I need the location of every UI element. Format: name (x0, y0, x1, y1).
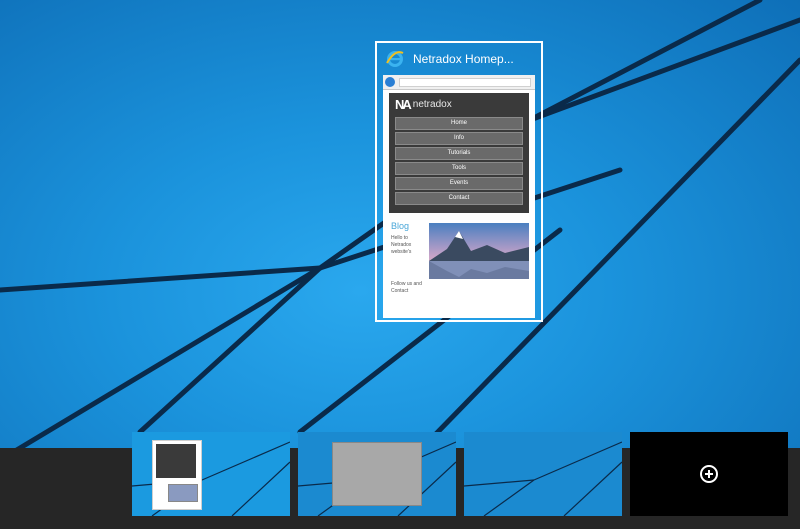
blog-snippet: Follow us and Contact (391, 281, 422, 294)
site-nav-item: Events (395, 177, 523, 190)
blog-snippet: Hello to Netradox website's (391, 235, 412, 255)
internet-explorer-icon (383, 47, 407, 71)
site-content: Blog Hello to Netradox website's Follow … (389, 221, 529, 316)
blog-title: Blog (391, 221, 410, 231)
site-nav-item: Tools (395, 162, 523, 175)
site-logo-name: netradox (412, 99, 452, 110)
site-nav-item: Tutorials (395, 147, 523, 160)
mountain-image (429, 223, 529, 279)
address-bar (399, 78, 531, 87)
mini-window (332, 442, 422, 506)
window-title: Netradox Homep... (413, 52, 514, 66)
new-desktop-button[interactable] (630, 432, 788, 516)
mini-window-image (168, 484, 198, 502)
task-view-window-card[interactable]: Netradox Homep... NA netradox Home Info … (375, 41, 543, 322)
site-logo-mark: NA (395, 97, 412, 112)
mini-window-header (156, 444, 196, 478)
site-logo: NA netradox (395, 97, 452, 112)
site-header: NA netradox Home Info Tutorials Tools Ev… (389, 93, 529, 213)
site-nav: Home Info Tutorials Tools Events Contact (395, 117, 523, 207)
virtual-desktop-thumbnail[interactable] (298, 432, 456, 516)
browser-back-icon (385, 77, 395, 87)
site-nav-item: Info (395, 132, 523, 145)
site-nav-item: Contact (395, 192, 523, 205)
plus-circle-icon (700, 465, 718, 483)
window-thumbnail[interactable]: NA netradox Home Info Tutorials Tools Ev… (383, 75, 535, 318)
virtual-desktop-thumbnail[interactable] (464, 432, 622, 516)
site-nav-item: Home (395, 117, 523, 130)
browser-toolbar (383, 75, 535, 90)
window-title-bar: Netradox Homep... (377, 43, 541, 75)
virtual-desktop-thumbnail[interactable] (132, 432, 290, 516)
